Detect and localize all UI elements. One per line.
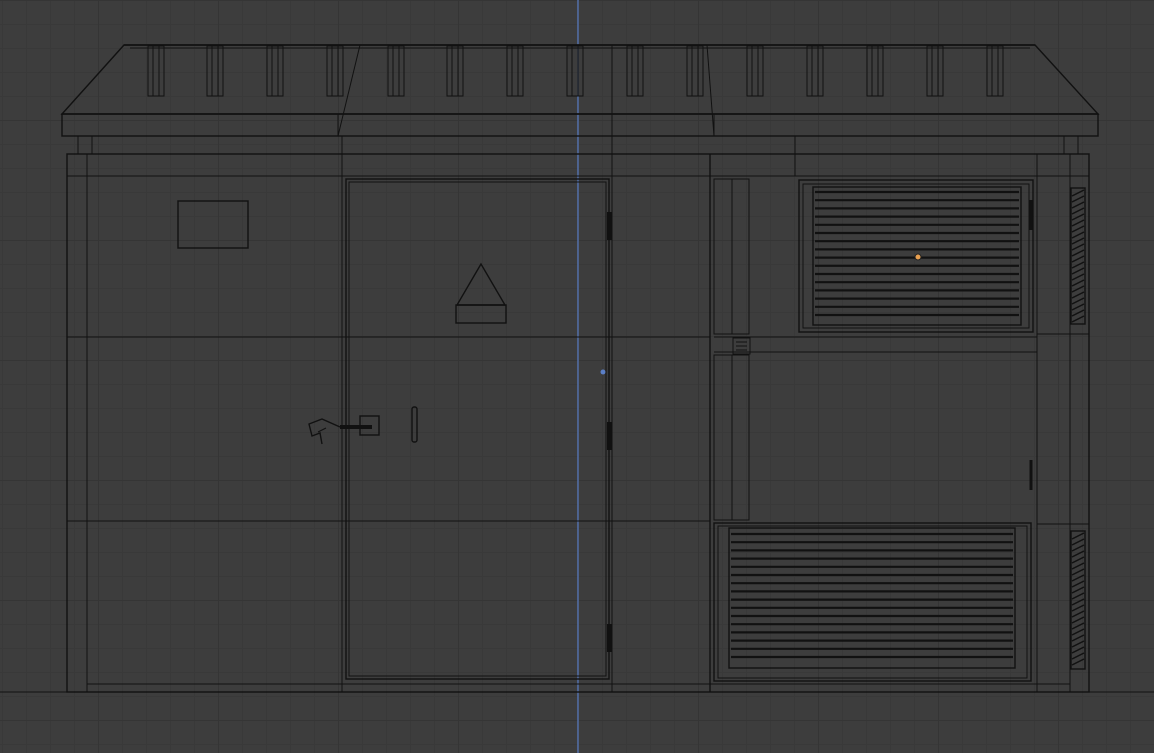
grille-bar — [1071, 550, 1085, 558]
grille-bar — [1071, 610, 1085, 618]
lower-louver-slats — [731, 532, 1013, 659]
grille-bar — [1071, 255, 1085, 263]
grille-bar — [1071, 291, 1085, 299]
grille-bar — [1071, 207, 1085, 215]
grille-bar — [1071, 592, 1085, 600]
grille-bar — [1071, 297, 1085, 305]
grille-bar — [1071, 586, 1085, 594]
3d-viewport[interactable] — [0, 0, 1154, 753]
grille-bar — [1071, 219, 1085, 227]
upper-louver-slats — [815, 190, 1019, 317]
grille-bar — [1071, 562, 1085, 570]
grille-bar — [1071, 646, 1085, 654]
door-frame — [345, 178, 610, 680]
grille-bar — [1071, 213, 1085, 221]
grille-bar — [1071, 658, 1085, 666]
grille-bar — [1071, 189, 1085, 197]
grille-bar — [1071, 652, 1085, 660]
grille-bar — [1071, 249, 1085, 257]
nameplate[interactable] — [177, 200, 249, 249]
grille-bar — [1071, 634, 1085, 642]
hinge-bottom — [607, 624, 612, 652]
grille-bar — [1071, 604, 1085, 612]
grille-bar — [1071, 279, 1085, 287]
padlock-hasp[interactable] — [411, 406, 418, 443]
side-grille-upper[interactable] — [1070, 187, 1086, 325]
grille-bar — [1071, 580, 1085, 588]
object-origin[interactable] — [914, 253, 922, 261]
grille-bar — [1071, 616, 1085, 624]
roof[interactable] — [60, 44, 1100, 155]
grille-bar — [1071, 532, 1085, 540]
grille-bar — [1071, 628, 1085, 636]
lower-louver-vent[interactable] — [713, 522, 1032, 682]
grille-bar — [1071, 243, 1085, 251]
grille-bar — [1071, 309, 1085, 317]
grille-bar — [1071, 544, 1085, 552]
wireframe-scene[interactable] — [0, 0, 1154, 753]
grille-bar — [1071, 237, 1085, 245]
grille-bar — [1071, 285, 1085, 293]
grille-bar — [1071, 201, 1085, 209]
grille-bar — [1071, 267, 1085, 275]
axis-marker — [600, 369, 606, 375]
main-door[interactable] — [308, 178, 612, 680]
grille-bar — [1071, 598, 1085, 606]
grille-bar — [1071, 315, 1085, 323]
grille-bar — [1071, 231, 1085, 239]
grille-bar — [1071, 568, 1085, 576]
grille-bar — [1071, 195, 1085, 203]
door-handle[interactable] — [308, 415, 380, 445]
warning-triangle-icon — [455, 262, 507, 324]
side-grille-lower[interactable] — [1070, 530, 1086, 670]
grille-bar — [1071, 622, 1085, 630]
grille-bar — [1071, 303, 1085, 311]
hinge-middle — [607, 422, 612, 450]
hinge-top — [607, 212, 612, 240]
grille-bar — [1071, 273, 1085, 281]
roof-fascia — [61, 113, 1099, 137]
grille-bar — [1071, 556, 1085, 564]
grille-bar — [1071, 574, 1085, 582]
grille-bar — [1071, 261, 1085, 269]
equipment-bay[interactable] — [713, 178, 1037, 521]
grille-bar — [1071, 225, 1085, 233]
grille-bar — [1071, 640, 1085, 648]
roof-ribs — [147, 45, 1004, 97]
grille-bar — [1071, 538, 1085, 546]
